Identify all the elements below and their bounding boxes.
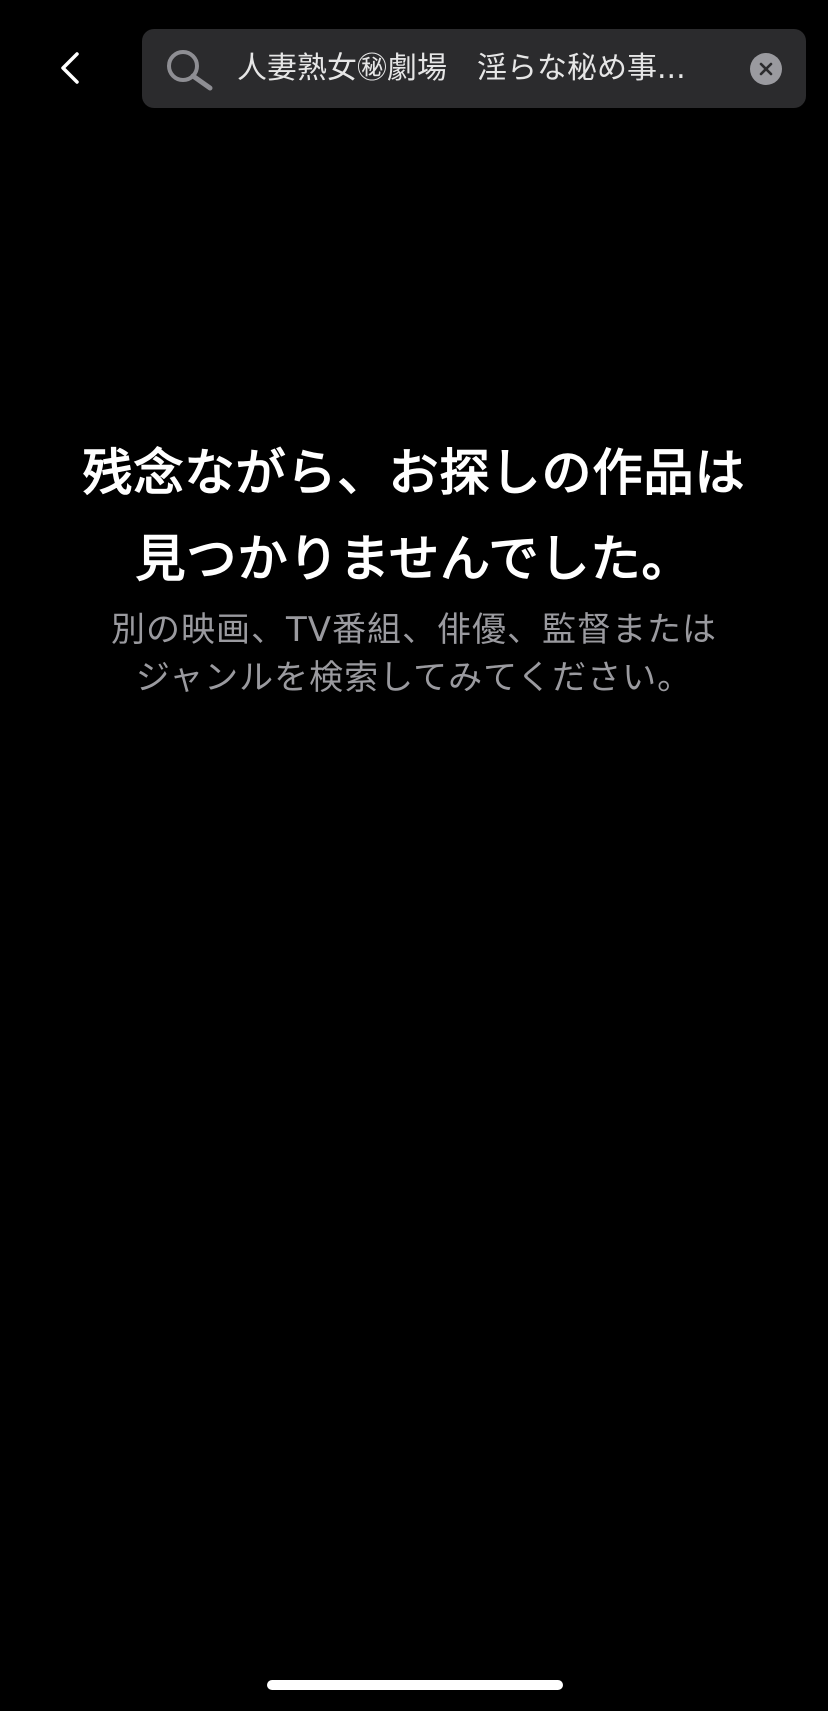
search-input[interactable] <box>237 29 787 108</box>
search-bar[interactable] <box>142 29 806 108</box>
no-results-title: 残念ながら、お探しの作品は 見つかりませんでした。 <box>0 430 828 602</box>
no-results-hint-line: ジャンルを検索してみてください。 <box>135 658 693 698</box>
chevron-left-icon <box>59 51 81 85</box>
home-indicator[interactable] <box>267 1680 563 1690</box>
no-results-title-line: 残念ながら、お探しの作品は <box>82 444 746 502</box>
no-results-message: 残念ながら、お探しの作品は 見つかりませんでした。 別の映画、TV番組、俳優、監… <box>0 430 828 702</box>
search-icon <box>162 46 216 92</box>
back-button[interactable] <box>46 42 94 94</box>
top-bar <box>0 0 828 120</box>
no-results-title-line: 見つかりませんでした。 <box>135 530 693 588</box>
clear-icon <box>759 62 773 76</box>
no-results-hint: 別の映画、TV番組、俳優、監督または ジャンルを検索してみてください。 <box>0 606 828 702</box>
no-results-hint-line: 別の映画、TV番組、俳優、監督または <box>110 610 718 650</box>
clear-search-button[interactable] <box>750 53 782 85</box>
